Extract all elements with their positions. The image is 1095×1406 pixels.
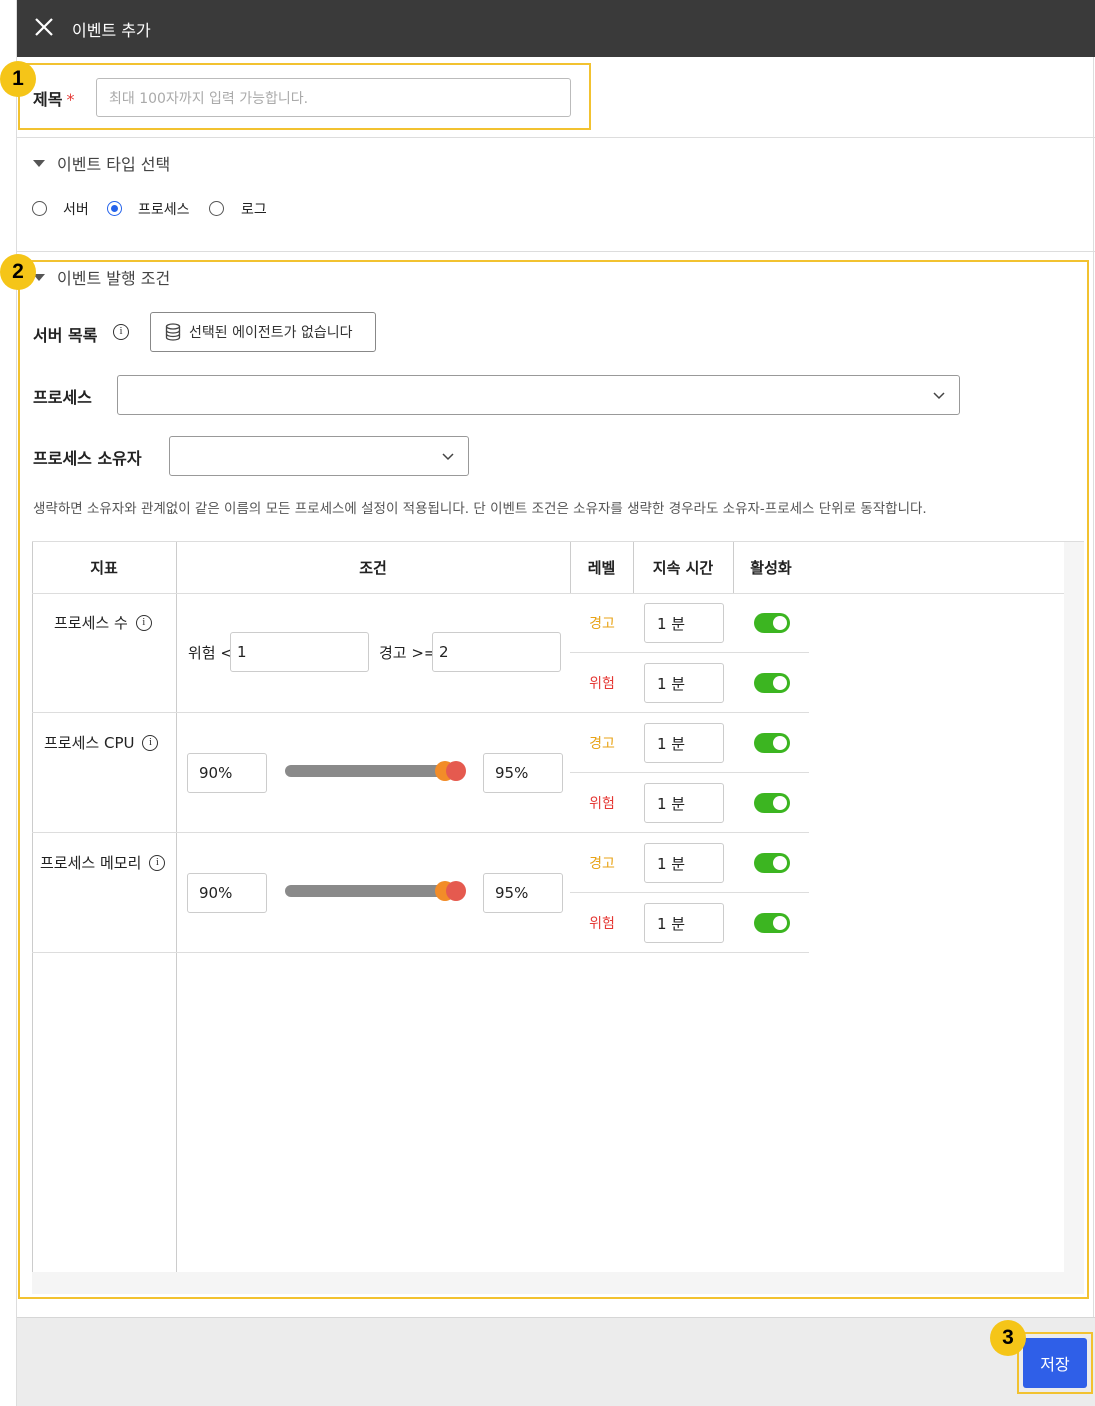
memory-danger-knob[interactable] (446, 881, 466, 901)
enable-toggle[interactable] (754, 793, 790, 813)
info-icon[interactable]: i (149, 854, 166, 871)
row-divider (32, 712, 809, 713)
header-condition: 조건 (359, 559, 387, 577)
metric-process-memory: 프로세스 메모리 i (40, 852, 166, 873)
title-bar: 이벤트 추가 (17, 0, 1095, 57)
radio-process-label: 프로세스 (138, 202, 190, 218)
level-warn: 경고 (589, 736, 615, 752)
warn-prefix: 경고 >= (379, 644, 437, 662)
level-warn: 경고 (589, 616, 615, 632)
radio-process[interactable] (107, 201, 122, 216)
table-border (32, 542, 33, 1272)
owner-label: 프로세스 소유자 (33, 449, 142, 468)
radio-server[interactable] (32, 201, 47, 216)
duration-input[interactable]: 1 분 (644, 723, 724, 763)
level-danger: 위험 (589, 796, 615, 812)
title-input-placeholder: 최대 100자까지 입력 가능합니다. (109, 90, 309, 107)
enable-toggle[interactable] (754, 913, 790, 933)
process-label: 프로세스 (33, 388, 92, 407)
radio-server-label: 서버 (63, 202, 89, 218)
enable-toggle[interactable] (754, 733, 790, 753)
close-icon[interactable] (33, 16, 55, 38)
warn-threshold-input[interactable]: 2 (432, 632, 561, 672)
metric-process-count: 프로세스 수i (54, 612, 152, 633)
chevron-down-icon (933, 392, 945, 400)
level-warn: 경고 (589, 856, 615, 872)
row-divider (570, 772, 809, 773)
column-divider (176, 542, 177, 1272)
enable-toggle[interactable] (754, 853, 790, 873)
event-add-panel: 이벤트 추가 제목 * 최대 100자까지 입력 가능합니다. 이벤트 타입 선택… (16, 0, 1095, 1406)
header-duration: 지속 시간 (652, 559, 714, 577)
level-danger: 위험 (589, 916, 615, 932)
duration-input[interactable]: 1 분 (644, 843, 724, 883)
owner-select[interactable] (169, 436, 469, 476)
process-select[interactable] (117, 375, 960, 415)
enable-toggle[interactable] (754, 673, 790, 693)
metric-process-cpu: 프로세스 CPU i (44, 732, 159, 753)
required-mark: * (66, 90, 75, 109)
database-icon (165, 323, 181, 341)
row-divider (32, 952, 809, 953)
row-divider (32, 832, 809, 833)
horizontal-scrollbar[interactable] (32, 1272, 1064, 1294)
header-level: 레벨 (587, 559, 616, 577)
callout-badge: 2 (0, 254, 36, 290)
info-icon[interactable]: i (142, 734, 159, 751)
footer-bar (17, 1317, 1095, 1406)
row-divider (570, 892, 809, 893)
callout-badge: 1 (0, 61, 36, 97)
row-divider (570, 652, 809, 653)
cpu-range-slider[interactable] (285, 765, 455, 777)
duration-input[interactable]: 1 분 (644, 783, 724, 823)
select-agent-button[interactable]: 선택된 에이전트가 없습니다 (150, 312, 376, 352)
callout-badge: 3 (990, 1320, 1026, 1356)
danger-threshold-input[interactable]: 1 (230, 632, 369, 672)
chevron-down-icon (442, 453, 454, 461)
memory-low-input[interactable]: 90% (187, 873, 267, 913)
duration-input[interactable]: 1 분 (644, 903, 724, 943)
divider (17, 251, 1095, 252)
collapse-triangle-icon (33, 159, 45, 167)
header-enabled: 활성화 (750, 559, 792, 577)
divider (17, 137, 1095, 138)
radio-log-label: 로그 (241, 202, 267, 218)
title-input[interactable]: 최대 100자까지 입력 가능합니다. (96, 78, 571, 117)
event-type-heading: 이벤트 타입 선택 (57, 155, 171, 174)
conditions-heading: 이벤트 발행 조건 (57, 269, 171, 288)
memory-range-slider[interactable] (285, 885, 455, 897)
cpu-danger-knob[interactable] (446, 761, 466, 781)
cpu-low-input[interactable]: 90% (187, 753, 267, 793)
event-type-toggle[interactable]: 이벤트 타입 선택 (33, 151, 170, 175)
enable-toggle[interactable] (754, 613, 790, 633)
select-agent-label: 선택된 에이전트가 없습니다 (189, 325, 353, 341)
danger-prefix: 위험 < (188, 644, 233, 662)
duration-input[interactable]: 1 분 (644, 603, 724, 643)
vertical-scrollbar[interactable] (1064, 542, 1084, 1294)
owner-note: 생략하면 소유자와 관계없이 같은 이름의 모든 프로세스에 설정이 적용됩니다… (33, 501, 927, 517)
server-list-label: 서버 목록 (33, 326, 98, 345)
conditions-table: 지표 조건 레벨 지속 시간 활성화 프로세스 수i 위험 < 1 경고 >= … (32, 541, 1084, 1294)
radio-log[interactable] (209, 201, 224, 216)
duration-input[interactable]: 1 분 (644, 663, 724, 703)
cpu-high-input[interactable]: 95% (483, 753, 563, 793)
info-icon[interactable]: i (113, 324, 129, 340)
dialog-title: 이벤트 추가 (72, 21, 151, 40)
save-button[interactable]: 저장 (1023, 1338, 1087, 1388)
header-divider (32, 593, 1064, 594)
conditions-toggle[interactable]: 이벤트 발행 조건 (33, 265, 170, 289)
title-label: 제목 * (33, 90, 75, 109)
info-icon[interactable]: i (135, 614, 152, 631)
header-metric: 지표 (90, 559, 118, 577)
memory-high-input[interactable]: 95% (483, 873, 563, 913)
level-danger: 위험 (589, 676, 615, 692)
